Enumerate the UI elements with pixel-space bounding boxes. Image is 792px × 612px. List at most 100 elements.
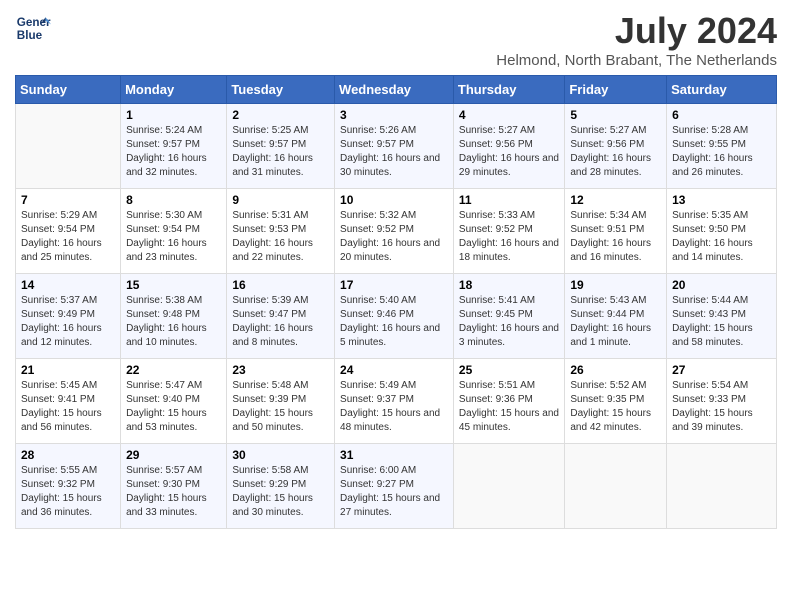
calendar-header-row: SundayMondayTuesdayWednesdayThursdayFrid…: [16, 76, 777, 104]
day-info: Sunrise: 5:57 AMSunset: 9:30 PMDaylight:…: [126, 464, 221, 520]
day-number: 1: [126, 108, 221, 122]
month-year-title: July 2024: [496, 10, 777, 52]
day-info: Sunrise: 5:52 AMSunset: 9:35 PMDaylight:…: [570, 379, 661, 435]
day-info: Sunrise: 5:43 AMSunset: 9:44 PMDaylight:…: [570, 294, 661, 350]
calendar-cell: 25Sunrise: 5:51 AMSunset: 9:36 PMDayligh…: [453, 359, 564, 444]
day-info: Sunrise: 5:33 AMSunset: 9:52 PMDaylight:…: [459, 209, 559, 265]
column-header-sunday: Sunday: [16, 76, 121, 104]
logo: General Blue: [15, 10, 51, 46]
column-header-thursday: Thursday: [453, 76, 564, 104]
day-number: 18: [459, 278, 559, 292]
day-number: 23: [232, 363, 329, 377]
calendar-cell: 13 Sunrise: 5:35 AMSunset: 9:50 PMDayligh…: [667, 189, 777, 274]
day-number: 27: [672, 363, 771, 377]
calendar-week-row: 1 Sunrise: 5:24 AMSunset: 9:57 PMDaylight…: [16, 104, 777, 189]
day-info: Sunrise: 5:31 AMSunset: 9:53 PMDaylight:…: [232, 209, 329, 265]
day-number: 30: [232, 448, 329, 462]
day-info: Sunrise: 5:35 AMSunset: 9:50 PMDaylight:…: [672, 209, 771, 265]
day-number: 5: [570, 108, 661, 122]
day-info: Sunrise: 5:27 AMSunset: 9:56 PMDaylight:…: [570, 124, 661, 180]
day-info: Sunrise: 5:48 AMSunset: 9:39 PMDaylight:…: [232, 379, 329, 435]
day-number: 9: [232, 193, 329, 207]
calendar-cell: 14 Sunrise: 5:37 AMSunset: 9:49 PMDayligh…: [16, 274, 121, 359]
calendar-cell: 19 Sunrise: 5:43 AMSunset: 9:44 PMDayligh…: [565, 274, 667, 359]
calendar-cell: 17Sunrise: 5:40 AMSunset: 9:46 PMDayligh…: [335, 274, 454, 359]
day-info: Sunrise: 5:39 AMSunset: 9:47 PMDaylight:…: [232, 294, 329, 350]
calendar-week-row: 28Sunrise: 5:55 AMSunset: 9:32 PMDayligh…: [16, 444, 777, 529]
day-info: Sunrise: 5:38 AMSunset: 9:48 PMDaylight:…: [126, 294, 221, 350]
calendar-cell: 11 Sunrise: 5:33 AMSunset: 9:52 PMDayligh…: [453, 189, 564, 274]
calendar-cell: 7Sunrise: 5:29 AMSunset: 9:54 PMDaylight…: [16, 189, 121, 274]
day-info: Sunrise: 5:55 AMSunset: 9:32 PMDaylight:…: [21, 464, 115, 520]
calendar-cell: 24 Sunrise: 5:49 AMSunset: 9:37 PMDayligh…: [335, 359, 454, 444]
day-number: 14: [21, 278, 115, 292]
calendar-cell: 20 Sunrise: 5:44 AMSunset: 9:43 PMDayligh…: [667, 274, 777, 359]
day-number: 25: [459, 363, 559, 377]
calendar-cell: 29 Sunrise: 5:57 AMSunset: 9:30 PMDayligh…: [121, 444, 227, 529]
calendar-cell: 27 Sunrise: 5:54 AMSunset: 9:33 PMDayligh…: [667, 359, 777, 444]
day-number: 12: [570, 193, 661, 207]
day-info: Sunrise: 5:45 AMSunset: 9:41 PMDaylight:…: [21, 379, 115, 435]
day-info: Sunrise: 5:24 AMSunset: 9:57 PMDaylight:…: [126, 124, 221, 180]
calendar-cell: 21 Sunrise: 5:45 AMSunset: 9:41 PMDayligh…: [16, 359, 121, 444]
column-header-wednesday: Wednesday: [335, 76, 454, 104]
page-header: General Blue July 2024 Helmond, North Br…: [15, 10, 777, 69]
calendar-cell: [565, 444, 667, 529]
day-number: 13: [672, 193, 771, 207]
calendar-cell: 12 Sunrise: 5:34 AMSunset: 9:51 PMDayligh…: [565, 189, 667, 274]
calendar-cell: 15 Sunrise: 5:38 AMSunset: 9:48 PMDayligh…: [121, 274, 227, 359]
day-number: 26: [570, 363, 661, 377]
day-info: Sunrise: 5:30 AMSunset: 9:54 PMDaylight:…: [126, 209, 221, 265]
day-info: Sunrise: 5:47 AMSunset: 9:40 PMDaylight:…: [126, 379, 221, 435]
calendar-cell: 22Sunrise: 5:47 AMSunset: 9:40 PMDayligh…: [121, 359, 227, 444]
calendar-week-row: 7Sunrise: 5:29 AMSunset: 9:54 PMDaylight…: [16, 189, 777, 274]
calendar-cell: 4 Sunrise: 5:27 AMSunset: 9:56 PMDaylight…: [453, 104, 564, 189]
day-info: Sunrise: 5:28 AMSunset: 9:55 PMDaylight:…: [672, 124, 771, 180]
day-number: 19: [570, 278, 661, 292]
day-number: 3: [340, 108, 448, 122]
calendar-cell: 18 Sunrise: 5:41 AMSunset: 9:45 PMDayligh…: [453, 274, 564, 359]
day-info: Sunrise: 5:58 AMSunset: 9:29 PMDaylight:…: [232, 464, 329, 520]
calendar-cell: 1 Sunrise: 5:24 AMSunset: 9:57 PMDaylight…: [121, 104, 227, 189]
day-number: 10: [340, 193, 448, 207]
day-info: Sunrise: 5:49 AMSunset: 9:37 PMDaylight:…: [340, 379, 448, 435]
calendar-cell: [16, 104, 121, 189]
column-header-friday: Friday: [565, 76, 667, 104]
day-info: Sunrise: 5:44 AMSunset: 9:43 PMDaylight:…: [672, 294, 771, 350]
calendar-cell: 26 Sunrise: 5:52 AMSunset: 9:35 PMDayligh…: [565, 359, 667, 444]
day-info: Sunrise: 5:27 AMSunset: 9:56 PMDaylight:…: [459, 124, 559, 180]
logo-icon: General Blue: [15, 10, 51, 46]
day-number: 6: [672, 108, 771, 122]
calendar-cell: 10 Sunrise: 5:32 AMSunset: 9:52 PMDayligh…: [335, 189, 454, 274]
svg-text:Blue: Blue: [17, 29, 43, 42]
day-number: 15: [126, 278, 221, 292]
day-info: Sunrise: 5:41 AMSunset: 9:45 PMDaylight:…: [459, 294, 559, 350]
calendar-week-row: 21 Sunrise: 5:45 AMSunset: 9:41 PMDayligh…: [16, 359, 777, 444]
day-info: Sunrise: 5:29 AMSunset: 9:54 PMDaylight:…: [21, 209, 115, 265]
day-number: 11: [459, 193, 559, 207]
calendar-cell: 9 Sunrise: 5:31 AMSunset: 9:53 PMDaylight…: [227, 189, 335, 274]
day-info: Sunrise: 5:25 AMSunset: 9:57 PMDaylight:…: [232, 124, 329, 180]
day-info: Sunrise: 6:00 AMSunset: 9:27 PMDaylight:…: [340, 464, 448, 520]
day-info: Sunrise: 5:34 AMSunset: 9:51 PMDaylight:…: [570, 209, 661, 265]
day-number: 17: [340, 278, 448, 292]
calendar-cell: 8Sunrise: 5:30 AMSunset: 9:54 PMDaylight…: [121, 189, 227, 274]
day-number: 31: [340, 448, 448, 462]
day-number: 20: [672, 278, 771, 292]
day-info: Sunrise: 5:37 AMSunset: 9:49 PMDaylight:…: [21, 294, 115, 350]
column-header-tuesday: Tuesday: [227, 76, 335, 104]
calendar-cell: 23 Sunrise: 5:48 AMSunset: 9:39 PMDayligh…: [227, 359, 335, 444]
day-number: 29: [126, 448, 221, 462]
calendar-cell: 16Sunrise: 5:39 AMSunset: 9:47 PMDayligh…: [227, 274, 335, 359]
day-number: 4: [459, 108, 559, 122]
day-number: 2: [232, 108, 329, 122]
day-info: Sunrise: 5:32 AMSunset: 9:52 PMDaylight:…: [340, 209, 448, 265]
day-number: 24: [340, 363, 448, 377]
calendar-cell: 6 Sunrise: 5:28 AMSunset: 9:55 PMDaylight…: [667, 104, 777, 189]
calendar-cell: 28Sunrise: 5:55 AMSunset: 9:32 PMDayligh…: [16, 444, 121, 529]
calendar-cell: 31 Sunrise: 6:00 AMSunset: 9:27 PMDayligh…: [335, 444, 454, 529]
calendar-cell: 3Sunrise: 5:26 AMSunset: 9:57 PMDaylight…: [335, 104, 454, 189]
day-info: Sunrise: 5:54 AMSunset: 9:33 PMDaylight:…: [672, 379, 771, 435]
day-number: 21: [21, 363, 115, 377]
location-subtitle: Helmond, North Brabant, The Netherlands: [496, 52, 777, 69]
